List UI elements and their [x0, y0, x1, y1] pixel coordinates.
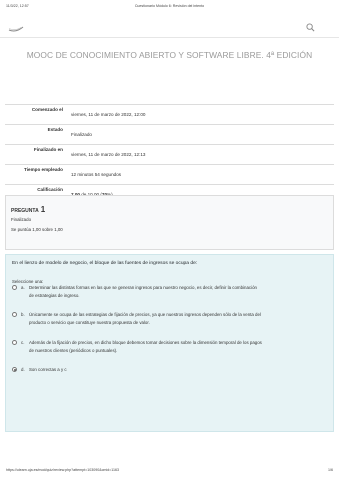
- summary-label: Calificación: [37, 187, 63, 192]
- summary-value: 12 minutos 54 segundos: [71, 172, 122, 177]
- radio-button[interactable]: [12, 285, 17, 290]
- option-text-line: de estrategias de ingreso.: [29, 292, 80, 298]
- question-text: En el lienzo de modelo de negocio, el bl…: [12, 261, 198, 266]
- print-page-number: 1/6: [328, 468, 333, 472]
- question-info-box: PREGUNTA 1 Finalizado Se puntúa 1,00 sobr…: [5, 195, 334, 250]
- course-title: MOOC DE CONOCIMIENTO ABIERTO Y SOFTWARE …: [26, 50, 313, 60]
- attempt-summary-table: Comenzado el viernes, 11 de marzo de 202…: [5, 104, 334, 205]
- summary-label: Comenzado el: [31, 107, 63, 112]
- option-text: Además de la fijación de precios, en dic…: [29, 339, 325, 354]
- option-text: Determinar las distintas formas en las q…: [29, 284, 325, 299]
- logo-icon[interactable]: [8, 26, 24, 32]
- summary-value: Finalizado: [71, 132, 92, 137]
- question-content-box: En el lienzo de modelo de negocio, el bl…: [5, 254, 334, 432]
- question-state: Finalizado: [11, 217, 32, 222]
- summary-row-started: Comenzado el viernes, 11 de marzo de 202…: [5, 105, 334, 125]
- option-text-line: de nuestros clientes (periódicos o puntu…: [29, 347, 118, 353]
- question-number: 1: [40, 205, 46, 214]
- summary-value: viernes, 11 de marzo de 2022, 12:13: [71, 152, 146, 157]
- question-grade: Se puntúa 1,00 sobre 1,00: [11, 227, 63, 232]
- option-letter: b.: [21, 312, 25, 317]
- option-text-line: Son correctas a y c: [29, 367, 67, 372]
- search-icon[interactable]: [306, 23, 315, 32]
- radio-button[interactable]: [12, 312, 17, 317]
- summary-label: Finalizado en: [33, 147, 63, 152]
- option-letter: a.: [21, 285, 25, 290]
- option-letter: c.: [21, 340, 25, 345]
- summary-row-state: Estado Finalizado: [5, 125, 334, 145]
- option-text: Únicamente se ocupa de las estrategias d…: [29, 311, 325, 326]
- summary-label: Tiempo empleado: [24, 167, 63, 172]
- question-heading: PREGUNTA 1: [11, 205, 45, 214]
- summary-label: Estado: [47, 127, 63, 132]
- site-header: [0, 18, 339, 38]
- print-page-title: Cuestionario Módulo 6: Revisión del inte…: [134, 4, 205, 8]
- option-text: Son correctas a y c: [29, 366, 325, 374]
- print-footer: https://ulearn.uja.es/mod/quiz/review.ph…: [6, 468, 333, 476]
- summary-value: viernes, 11 de marzo de 2022, 12:00: [71, 112, 146, 117]
- option-text-line: Determinar las distintas formas en las q…: [29, 285, 257, 290]
- option-letter: d.: [21, 367, 25, 372]
- summary-row-time-taken: Tiempo empleado 12 minutos 54 segundos: [5, 165, 334, 185]
- option-text-line: Además de la fijación de precios, en dic…: [29, 340, 262, 345]
- question-label: PREGUNTA: [11, 208, 39, 214]
- option-text-line: producto o servicio que constituye nuest…: [29, 319, 150, 325]
- radio-button[interactable]: [12, 340, 17, 345]
- option-text-line: Únicamente se ocupa de las estrategias d…: [29, 312, 261, 317]
- summary-row-finished: Finalizado en viernes, 11 de marzo de 20…: [5, 145, 334, 165]
- radio-button-selected[interactable]: [12, 367, 17, 372]
- print-header: 11/3/22, 12:57 Cuestionario Módulo 6: Re…: [6, 4, 333, 12]
- print-url: https://ulearn.uja.es/mod/quiz/review.ph…: [6, 468, 120, 472]
